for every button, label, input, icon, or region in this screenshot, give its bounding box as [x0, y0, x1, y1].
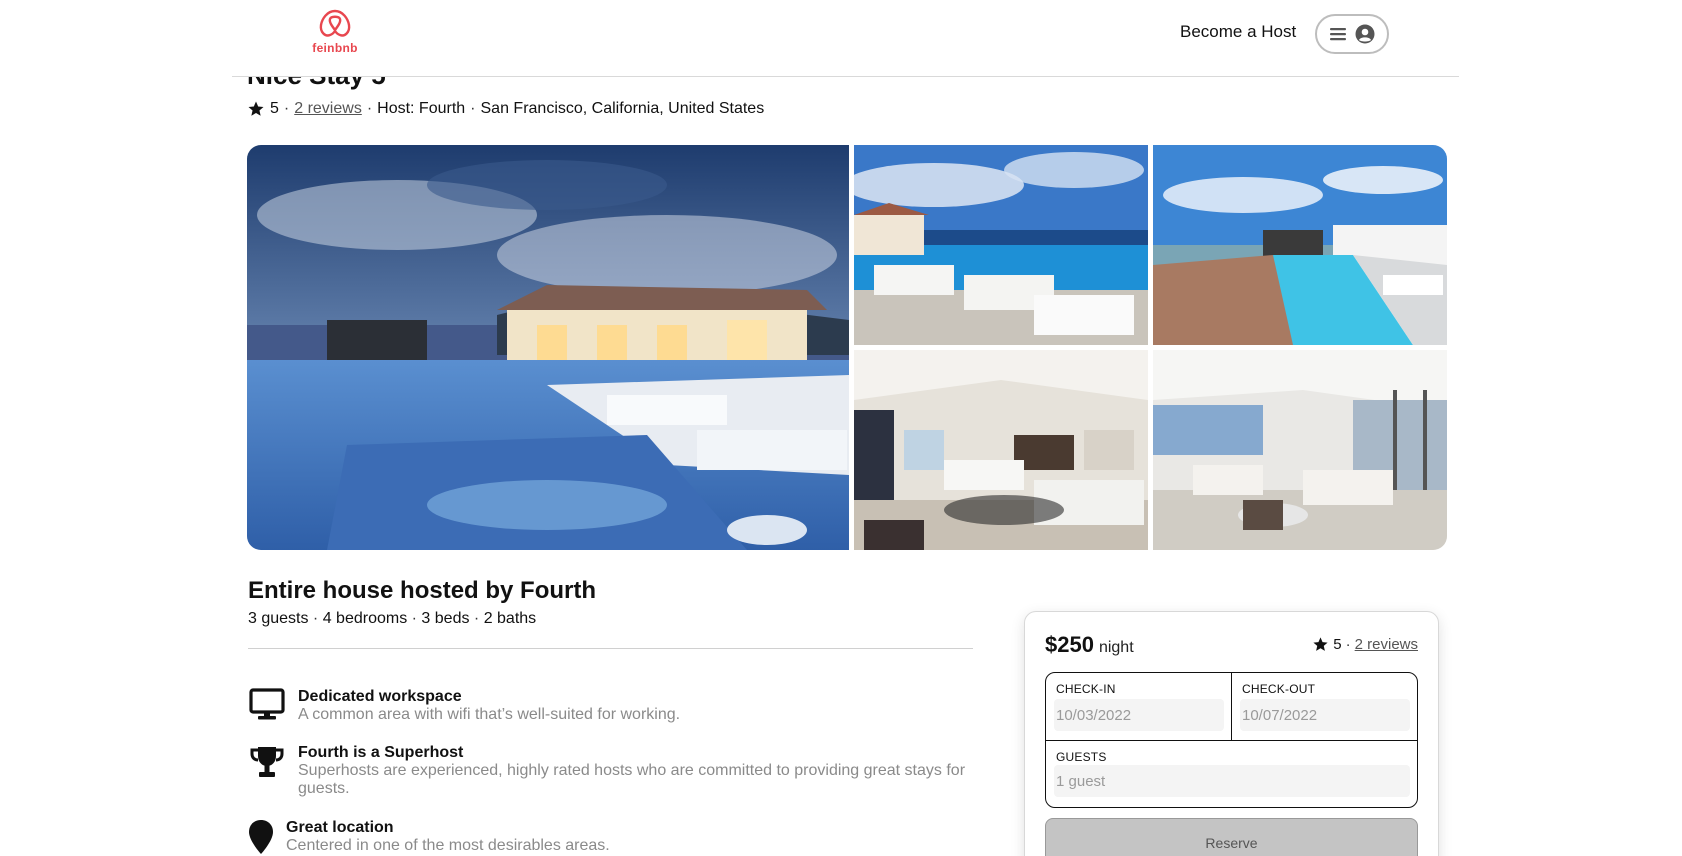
guests-input[interactable] [1054, 765, 1410, 797]
reserve-button[interactable]: Reserve [1045, 818, 1418, 856]
reviews-link[interactable]: 2 reviews [294, 100, 362, 118]
separator: · [283, 100, 290, 117]
feature-location: Great location Centered in one of the mo… [248, 819, 610, 856]
photo-gallery [247, 145, 1447, 550]
photo-pool-loungers[interactable] [854, 145, 1148, 345]
logo[interactable]: feinbnb [306, 8, 364, 58]
listing-meta: 5 · 2 reviews · Host: Fourth · San Franc… [247, 100, 764, 118]
main-photo[interactable] [247, 145, 849, 550]
card-reviews-link[interactable]: 2 reviews [1355, 636, 1418, 653]
feature-description: A common area with wifi that’s well-suit… [298, 706, 681, 723]
user-menu-button[interactable] [1315, 14, 1389, 54]
host-summary-title: Entire house hosted by Fourth [248, 577, 597, 604]
separator: · [308, 610, 323, 627]
feature-superhost: Fourth is a Superhost Superhosts are exp… [248, 744, 978, 798]
star-icon [1313, 637, 1328, 651]
guests-count: 3 guests [248, 610, 309, 627]
photo-infinity-pool[interactable] [1153, 145, 1447, 345]
separator: · [1345, 636, 1351, 653]
baths-count: 2 baths [483, 610, 537, 627]
monitor-icon [248, 688, 286, 726]
photo-living-room[interactable] [854, 350, 1148, 550]
logo-text: feinbnb [312, 41, 358, 55]
checkout-label: CHECK-OUT [1242, 682, 1316, 696]
trophy-icon [248, 744, 286, 782]
top-header: feinbnb Become a Host [232, 0, 1459, 77]
feature-title: Fourth is a Superhost [298, 744, 464, 761]
rating-value: 5 [270, 100, 279, 117]
feature-workspace: Dedicated workspace A common area with w… [248, 688, 680, 726]
bedrooms-count: 4 bedrooms [322, 610, 408, 627]
feature-title: Great location [286, 819, 394, 836]
become-host-link[interactable]: Become a Host [1180, 22, 1296, 42]
booking-card: $250 night 5 · 2 reviews CHECK-IN CHECK-… [1024, 611, 1439, 856]
logo-icon [319, 9, 351, 37]
location-text: San Francisco, California, United States [480, 100, 765, 117]
host-name: Host: Fourth [377, 100, 466, 117]
checkout-cell[interactable]: CHECK-OUT [1232, 673, 1418, 741]
feature-description: Superhosts are experienced, highly rated… [298, 762, 966, 797]
checkin-label: CHECK-IN [1056, 682, 1116, 696]
checkout-input[interactable] [1240, 699, 1410, 731]
card-rating-value: 5 [1333, 636, 1342, 653]
user-avatar-icon [1355, 24, 1375, 44]
feature-description: Centered in one of the most desirables a… [286, 837, 610, 854]
price-unit: night [1098, 639, 1134, 656]
photo-covered-terrace[interactable] [1153, 350, 1447, 550]
location-pin-icon [248, 819, 274, 856]
section-divider [248, 648, 973, 649]
hamburger-icon [1330, 28, 1346, 41]
separator: · [407, 610, 422, 627]
date-guest-picker: CHECK-IN CHECK-OUT GUESTS [1045, 672, 1418, 808]
checkin-cell[interactable]: CHECK-IN [1046, 673, 1232, 741]
host-summary-details: 3 guests · 4 bedrooms · 3 beds · 2 baths [248, 610, 536, 628]
beds-count: 3 beds [421, 610, 470, 627]
checkin-input[interactable] [1054, 699, 1224, 731]
guests-cell[interactable]: GUESTS [1046, 741, 1418, 807]
feature-title: Dedicated workspace [298, 688, 462, 705]
card-rating: 5 · 2 reviews [1312, 636, 1418, 653]
star-icon [248, 101, 264, 116]
price-amount: $250 [1045, 632, 1094, 657]
separator: · [470, 100, 476, 117]
guests-label: GUESTS [1056, 750, 1107, 764]
price-block: $250 night [1045, 632, 1134, 658]
separator: · [469, 610, 484, 627]
separator: · [366, 100, 373, 117]
